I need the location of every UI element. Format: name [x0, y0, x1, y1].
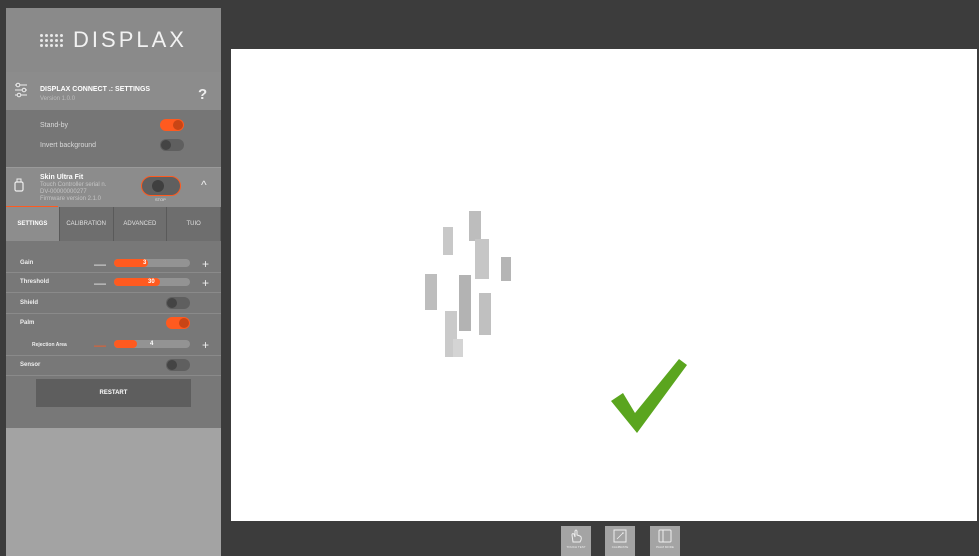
settings-tabs: SETTINGS CALIBRATION ADVANCED TUIO	[6, 207, 221, 241]
divider	[6, 272, 221, 273]
touch-blob	[469, 211, 481, 241]
threshold-label: Threshold	[20, 279, 50, 285]
connect-header: DISPLAX CONNECT .: SETTINGS Version 1.0.…	[6, 72, 221, 110]
restart-button[interactable]: RESTART	[36, 379, 191, 407]
device-serial-label: Touch Controller serial n.	[40, 182, 107, 188]
device-panel[interactable]: Skin Ultra Fit Touch Controller serial n…	[6, 167, 221, 208]
gain-decrease-button[interactable]: —	[94, 258, 106, 270]
gain-increase-button[interactable]: +	[202, 258, 209, 270]
rejection-area-value: 4	[150, 341, 154, 347]
gain-slider[interactable]: 3	[114, 259, 190, 267]
connect-version: Version 1.0.0	[40, 96, 76, 102]
touch-test-icon	[571, 529, 582, 543]
stop-toggle[interactable]	[141, 176, 181, 196]
touch-blob	[475, 239, 489, 279]
divider	[6, 355, 221, 356]
calibrate-button[interactable]: CALIBRATE	[605, 526, 635, 556]
displax-logo-icon	[40, 33, 64, 47]
divider	[6, 292, 221, 293]
threshold-slider[interactable]: 30	[114, 278, 190, 286]
divider	[6, 375, 221, 376]
rejection-area-label: Rejection Area	[32, 342, 67, 348]
stop-label: STOP	[155, 197, 166, 202]
device-firmware: Firmware version 2.1.0	[40, 196, 102, 202]
device-serial: DV-00000000277	[40, 189, 87, 195]
palm-mode-label: PALM MODE	[656, 545, 674, 549]
gain-value: 3	[143, 260, 147, 266]
rejection-decrease-button[interactable]: —	[94, 339, 106, 351]
tab-tuio[interactable]: TUIO	[167, 207, 221, 241]
tab-settings[interactable]: SETTINGS	[6, 207, 60, 241]
connect-title: DISPLAX CONNECT .: SETTINGS	[40, 86, 151, 93]
calibrate-label: CALIBRATE	[611, 545, 629, 549]
touch-blob	[479, 293, 491, 335]
touch-blob	[425, 274, 437, 310]
palm-mode-icon	[658, 529, 672, 543]
palm-mode-button[interactable]: PALM MODE	[650, 526, 680, 556]
palm-label: Palm	[20, 320, 35, 326]
gain-label: Gain	[20, 260, 34, 266]
settings-panel: Gain — 3 + Threshold — 30 + Shield Palm …	[6, 241, 221, 428]
touch-blob	[459, 275, 471, 331]
threshold-value: 30	[148, 279, 155, 285]
palm-toggle[interactable]	[166, 317, 190, 329]
threshold-decrease-button[interactable]: —	[94, 277, 106, 289]
rejection-slider-fill	[114, 340, 137, 348]
logo: DISPLAX	[6, 8, 221, 72]
checkmark-icon	[611, 359, 687, 433]
shield-toggle[interactable]	[166, 297, 190, 309]
logo-text: DISPLAX	[73, 27, 187, 52]
threshold-increase-button[interactable]: +	[202, 277, 209, 289]
calibrate-icon	[613, 529, 627, 543]
sidebar: DISPLAX DISPLAX CONNECT .: SETTINGS Vers…	[6, 8, 221, 556]
touch-test-button[interactable]: TOUCH TEST	[561, 526, 591, 556]
touch-blob	[443, 227, 453, 255]
connect-panel: DISPLAX CONNECT .: SETTINGS Version 1.0.…	[6, 72, 221, 167]
tab-calibration[interactable]: CALIBRATION	[60, 207, 114, 241]
invert-background-label: Invert background	[40, 142, 97, 149]
standby-toggle[interactable]	[160, 119, 184, 131]
chevron-up-icon[interactable]: ^	[201, 178, 207, 192]
invert-background-toggle[interactable]	[160, 139, 184, 151]
divider	[6, 313, 221, 314]
usb-icon	[14, 178, 24, 192]
tab-advanced[interactable]: ADVANCED	[114, 207, 168, 241]
help-icon[interactable]: ?	[198, 86, 207, 103]
sensor-label: Sensor	[20, 362, 41, 368]
rejection-increase-button[interactable]: +	[202, 339, 209, 351]
standby-label: Stand-by	[40, 122, 69, 129]
touch-test-canvas[interactable]	[231, 49, 977, 521]
rejection-area-slider[interactable]: 4	[114, 340, 190, 348]
sensor-toggle[interactable]	[166, 359, 190, 371]
touch-blob	[453, 339, 463, 357]
device-name: Skin Ultra Fit	[40, 174, 84, 181]
shield-label: Shield	[20, 300, 39, 306]
sliders-icon	[15, 82, 27, 98]
touch-test-label: TOUCH TEST	[566, 545, 586, 549]
touch-blob	[501, 257, 511, 281]
